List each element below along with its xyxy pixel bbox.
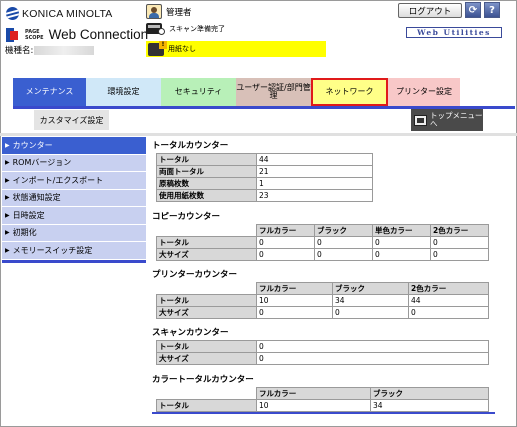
sidebar-item-rom-version[interactable]: ▶ ROMバージョン bbox=[2, 154, 146, 172]
monitor-icon bbox=[414, 114, 427, 126]
web-utilities-link[interactable]: Web Utilities bbox=[406, 27, 502, 38]
top-menu-button[interactable]: トップメニューへ bbox=[411, 109, 483, 131]
arrow-right-icon: ▶ bbox=[5, 211, 10, 219]
administrator-icon bbox=[146, 4, 162, 19]
arrow-right-icon: ▶ bbox=[5, 229, 10, 237]
table-row: トータル 10 34 bbox=[156, 399, 489, 412]
pagescope-wordmark: PAGE SCOPE bbox=[25, 28, 44, 41]
printer-warning-icon bbox=[148, 40, 167, 56]
konica-minolta-logo: KONICA MINOLTA bbox=[6, 7, 113, 20]
scanner-status: スキャン準備完了 bbox=[146, 22, 225, 35]
arrow-right-icon: ▶ bbox=[5, 141, 10, 149]
color-total-counter-title: カラートータルカウンター bbox=[152, 375, 254, 385]
refresh-icon[interactable]: ⟳ bbox=[465, 2, 481, 18]
tab-maintenance[interactable]: メンテナンス bbox=[13, 78, 86, 106]
ready-status-icon bbox=[158, 28, 165, 35]
counter-content: トータルカウンター トータル 44 両面トータル 21 原稿枚数 1 使用用紙枚数 23… bbox=[152, 139, 497, 412]
tab-network[interactable]: ネットワーク bbox=[311, 78, 388, 106]
sidebar-bottom-border bbox=[2, 259, 146, 263]
printer-counter-table: フルカラー ブラック 2色カラー トータル 10 34 44 大サイズ 0 0 … bbox=[156, 282, 489, 319]
sidebar-item-memory-switch[interactable]: ▶ メモリースイッチ設定 bbox=[2, 242, 146, 260]
table-row: トータル 10 34 44 bbox=[156, 294, 489, 307]
arrow-right-icon: ▶ bbox=[5, 194, 10, 202]
tab-security[interactable]: セキュリティ bbox=[161, 78, 236, 106]
arrow-right-icon: ▶ bbox=[5, 176, 10, 184]
table-row: 原稿枚数 1 bbox=[156, 177, 373, 190]
sidebar-item-counter[interactable]: ▶ カウンター bbox=[2, 137, 146, 155]
device-name-redacted bbox=[34, 46, 95, 55]
sidebar-item-initialize[interactable]: ▶ 初期化 bbox=[2, 224, 146, 242]
content-bottom-border bbox=[152, 412, 495, 414]
konica-minolta-mark-icon bbox=[6, 7, 19, 20]
tab-printer-settings[interactable]: プリンター設定 bbox=[388, 78, 460, 106]
product-name: Web Connection bbox=[48, 27, 149, 42]
color-total-counter-table: フルカラー ブラック トータル 10 34 bbox=[156, 387, 489, 412]
total-counter-title: トータルカウンター bbox=[152, 141, 229, 151]
user-indicator: 管理者 bbox=[146, 4, 192, 19]
help-icon[interactable]: ? bbox=[484, 2, 500, 18]
table-row: トータル 0 bbox=[156, 340, 489, 353]
user-name: 管理者 bbox=[166, 7, 192, 18]
printer-status-text: 用紙なし bbox=[168, 45, 196, 53]
device-name: 機種名: bbox=[5, 44, 95, 56]
brand-name: KONICA MINOLTA bbox=[22, 7, 113, 20]
printer-status-bar: 用紙なし bbox=[146, 40, 326, 57]
printer-counter-title: プリンターカウンター bbox=[152, 270, 238, 280]
table-header-row: フルカラー ブラック 単色カラー 2色カラー bbox=[157, 224, 489, 237]
pagescope-logo: PAGE SCOPE Web Connection bbox=[6, 27, 148, 42]
copy-counter-table: フルカラー ブラック 単色カラー 2色カラー トータル 0 0 0 0 大サイズ… bbox=[156, 224, 489, 261]
arrow-right-icon: ▶ bbox=[5, 159, 10, 167]
total-counter-table: トータル 44 両面トータル 21 原稿枚数 1 使用用紙枚数 23 bbox=[156, 153, 373, 202]
arrow-right-icon: ▶ bbox=[5, 246, 10, 254]
table-row: 大サイズ 0 bbox=[156, 352, 489, 365]
tab-user-auth[interactable]: ユーザー認証/部門管理 bbox=[236, 78, 311, 106]
table-row: 使用用紙枚数 23 bbox=[156, 189, 373, 202]
table-row: トータル 0 0 0 0 bbox=[156, 236, 489, 249]
sidebar-item-status-notification[interactable]: ▶ 状態通知設定 bbox=[2, 189, 146, 207]
table-row: 両面トータル 21 bbox=[156, 165, 373, 178]
table-header-row: フルカラー ブラック bbox=[157, 387, 489, 400]
scanner-status-text: スキャン準備完了 bbox=[169, 24, 225, 33]
tab-environment[interactable]: 環境設定 bbox=[86, 78, 161, 106]
tab-customize[interactable]: カスタマイズ設定 bbox=[34, 110, 109, 130]
separator bbox=[0, 133, 517, 136]
top-menu-label: トップメニューへ bbox=[430, 111, 483, 128]
scan-counter-title: スキャンカウンター bbox=[152, 328, 229, 338]
scan-counter-table: トータル 0 大サイズ 0 bbox=[156, 340, 489, 365]
sidebar-item-import-export[interactable]: ▶ インポート/エクスポート bbox=[2, 172, 146, 190]
table-row: 大サイズ 0 0 0 0 bbox=[156, 248, 489, 261]
sidebar-item-date-time[interactable]: ▶ 日時設定 bbox=[2, 207, 146, 225]
pagescope-mark-icon bbox=[6, 27, 22, 42]
logout-button[interactable]: ログアウト bbox=[398, 3, 462, 18]
copy-counter-title: コピーカウンター bbox=[152, 212, 221, 222]
table-header-row: フルカラー ブラック 2色カラー bbox=[157, 282, 489, 295]
table-row: トータル 44 bbox=[156, 153, 373, 166]
sidebar: ▶ カウンター ▶ ROMバージョン ▶ インポート/エクスポート ▶ 状態通知設定 ▶… bbox=[2, 137, 146, 263]
table-row: 大サイズ 0 0 0 bbox=[156, 306, 489, 319]
